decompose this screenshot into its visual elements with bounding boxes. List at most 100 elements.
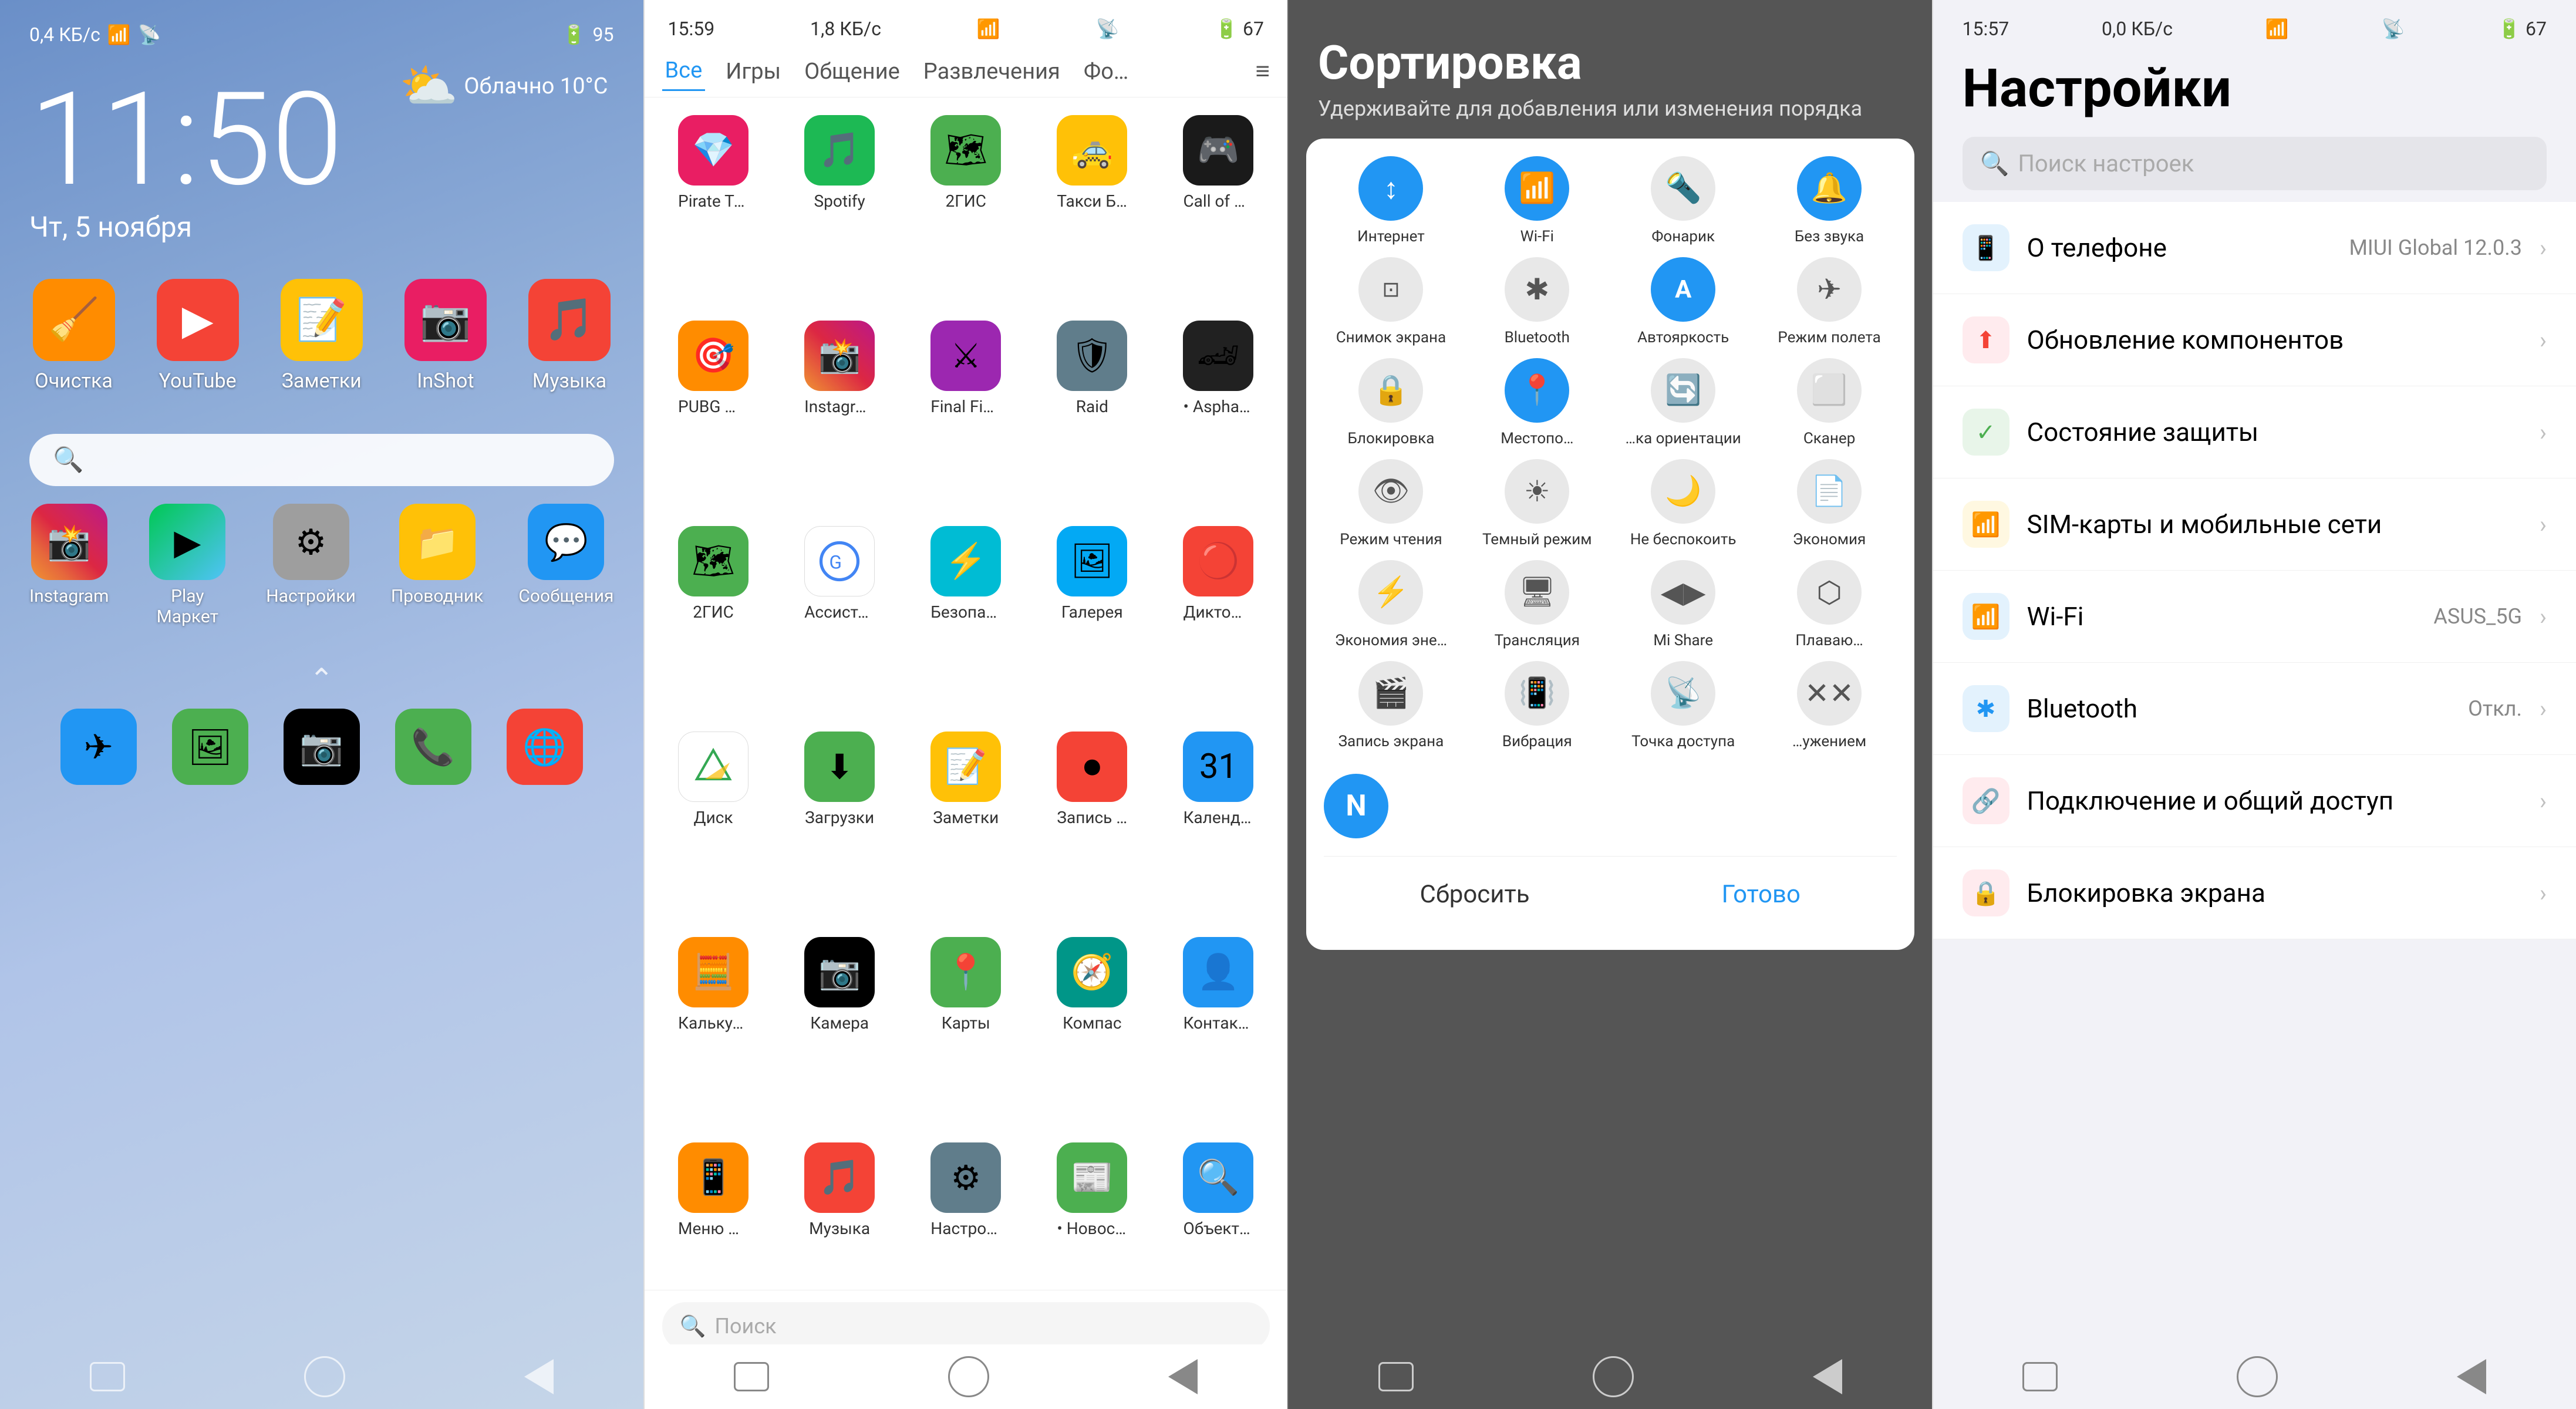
settings-item-connection[interactable]: 🔗 Подключение и общий доступ › xyxy=(1933,755,2576,847)
dock-settings[interactable]: ⚙ Настройки xyxy=(266,504,356,627)
app-pubg[interactable]: 🎯 xyxy=(678,321,748,391)
qs-btn-rotate[interactable]: 🔄 xyxy=(1651,358,1715,423)
qs-flashlight[interactable]: 🔦 Фонарик xyxy=(1616,156,1751,245)
dock-files[interactable]: 📁 Проводник xyxy=(391,504,484,627)
qs-reset-btn[interactable]: Сбросить xyxy=(1373,868,1577,921)
tab-social[interactable]: Общение xyxy=(801,53,903,90)
qs-vibration[interactable]: 📳 Вибрация xyxy=(1470,661,1604,750)
app-inshot[interactable]: 📷 InShot xyxy=(401,279,490,393)
app-settings2[interactable]: ⚙ xyxy=(930,1142,1001,1213)
app-2gis[interactable]: 🗺 xyxy=(930,115,1001,186)
app-gallery[interactable]: 🖼 xyxy=(1057,526,1127,596)
list-item[interactable]: 📍 Карты xyxy=(909,937,1023,1131)
app-music[interactable]: 🎵 Музыка xyxy=(525,279,613,393)
qs-btn-float[interactable]: ⬡ xyxy=(1797,560,1862,625)
settings-item-lockscreen[interactable]: 🔒 Блокировка экрана › xyxy=(1933,847,2576,939)
qs-btn-economy[interactable]: 📄 xyxy=(1797,459,1862,524)
app-screenrec[interactable]: ⏺ xyxy=(1057,732,1127,802)
list-item[interactable]: 🎵 Spotify xyxy=(783,115,897,309)
app-cleaning[interactable]: 🧹 Очистка xyxy=(29,279,118,393)
qs-location[interactable]: 📍 Местопо… xyxy=(1470,358,1604,447)
dock-chrome[interactable]: 🌐 xyxy=(507,709,583,785)
list-item[interactable]: ⚔ Final Fight… xyxy=(909,321,1023,514)
qs-btn-autobright[interactable]: A xyxy=(1651,257,1715,322)
dock-play[interactable]: ▶ Play Маркет xyxy=(144,504,231,627)
qs-btn-hotspot[interactable]: 📡 xyxy=(1651,661,1715,726)
app-camera[interactable]: 📷 xyxy=(804,937,875,1007)
qs-dnd[interactable]: 🌙 Не беспокоить xyxy=(1616,459,1751,548)
nav-recent-4[interactable] xyxy=(2457,1359,2486,1394)
settings-item-update[interactable]: ⬆ Обновление компонентов › xyxy=(1933,294,2576,386)
nav-recent-2[interactable] xyxy=(1168,1359,1198,1394)
list-item[interactable]: 🚕 Такси Бонд xyxy=(1035,115,1149,309)
qs-bluetooth[interactable]: ✱ Bluetooth xyxy=(1470,257,1604,346)
qs-btn-mishare[interactable]: ◀▶ xyxy=(1651,560,1715,625)
qs-btn-scanner[interactable]: ⬜ xyxy=(1797,358,1862,423)
qs-btn-dnd[interactable]: 🌙 xyxy=(1651,459,1715,524)
qs-btn-mute[interactable]: 🔔 xyxy=(1797,156,1862,221)
app-lens[interactable]: 🔍 xyxy=(1183,1142,1253,1213)
qs-done-btn[interactable]: Готово xyxy=(1675,868,1847,921)
app-pirate[interactable]: 💎 xyxy=(678,115,748,186)
app-icon-music[interactable]: 🎵 xyxy=(528,279,611,361)
app-icon-inshot[interactable]: 📷 xyxy=(404,279,487,361)
list-item[interactable]: ⬇ Загрузки xyxy=(783,732,897,925)
qs-btn-location[interactable]: 📍 xyxy=(1505,358,1569,423)
tab-more[interactable]: Фо… xyxy=(1081,53,1131,90)
dock-icon-play[interactable]: ▶ xyxy=(149,504,225,580)
list-item[interactable]: 👤 Контакты xyxy=(1161,937,1276,1131)
app-icon-notes[interactable]: 📝 xyxy=(281,279,363,361)
qs-mishare[interactable]: ◀▶ Mi Share xyxy=(1616,560,1751,649)
app-calc[interactable]: 🧮 xyxy=(678,937,748,1007)
qs-internet[interactable]: ↕ Интернет xyxy=(1324,156,1458,245)
list-item[interactable]: 📸 Instagram xyxy=(783,321,897,514)
list-item[interactable]: 📝 Заметки xyxy=(909,732,1023,925)
settings-item-about[interactable]: 📱 О телефоне MIUI Global 12.0.3 › xyxy=(1933,202,2576,294)
app-memos[interactable]: 📝 xyxy=(930,732,1001,802)
app-taxi[interactable]: 🚕 xyxy=(1057,115,1127,186)
dock-icon-camera[interactable]: 📷 xyxy=(284,709,360,785)
list-item[interactable]: 🛡 Raid xyxy=(1035,321,1149,514)
qs-btn-bluetooth[interactable]: ✱ xyxy=(1505,257,1569,322)
drawer-search-input[interactable]: 🔍 Поиск xyxy=(662,1302,1270,1350)
qs-btn-battery-save[interactable]: ⚡ xyxy=(1358,560,1423,625)
list-item[interactable]: 🎯 PUBG MO… xyxy=(656,321,771,514)
qs-btn-flashlight[interactable]: 🔦 xyxy=(1651,156,1715,221)
qs-btn-cast[interactable]: 🖥 xyxy=(1505,560,1569,625)
list-item[interactable]: 🔴 Диктофон xyxy=(1161,526,1276,720)
app-icon-youtube[interactable]: ▶ xyxy=(157,279,239,361)
dock-icon-phone[interactable]: 📞 xyxy=(395,709,471,785)
nav-back-4[interactable] xyxy=(2022,1362,2058,1391)
app-contacts[interactable]: 👤 xyxy=(1183,937,1253,1007)
qs-lock[interactable]: 🔒 Блокировка xyxy=(1324,358,1458,447)
app-simMenu[interactable]: 📱 xyxy=(678,1142,748,1213)
qs-btn-screenrec[interactable]: 🎬 xyxy=(1358,661,1423,726)
dock-messages[interactable]: 💬 Сообщения xyxy=(518,504,613,627)
dock-phone[interactable]: 📞 xyxy=(395,709,471,785)
dock-icon-messages[interactable]: 💬 xyxy=(528,504,604,580)
app-calendar[interactable]: 31 xyxy=(1183,732,1253,802)
dock-telegram[interactable]: ✈ xyxy=(60,709,137,785)
qs-btn-vibration[interactable]: 📳 xyxy=(1505,661,1569,726)
dock-icon-chrome[interactable]: 🌐 xyxy=(507,709,583,785)
qs-float[interactable]: ⬡ Плаваю… xyxy=(1762,560,1897,649)
list-item[interactable]: 🏎 • Asphalt… xyxy=(1161,321,1276,514)
drawer-menu-icon[interactable]: ≡ xyxy=(1255,57,1270,86)
qs-economy[interactable]: 📄 Экономия xyxy=(1762,459,1897,548)
app-notes[interactable]: 📝 Заметки xyxy=(277,279,366,393)
nav-back-2[interactable] xyxy=(734,1362,769,1391)
qs-btn-wifi[interactable]: 📶 xyxy=(1505,156,1569,221)
qs-autobright[interactable]: A Автояркость xyxy=(1616,257,1751,346)
list-item[interactable]: 🗺 2ГИС xyxy=(909,115,1023,309)
nav-recent-1[interactable] xyxy=(524,1359,554,1394)
dock-icon-gallery[interactable]: 🖼 xyxy=(172,709,248,785)
app-youtube[interactable]: ▶ YouTube xyxy=(153,279,242,393)
list-item[interactable]: 📷 Камера xyxy=(783,937,897,1131)
app-2gis2[interactable]: 🗺 xyxy=(678,526,748,596)
qs-mute[interactable]: 🔔 Без звука xyxy=(1762,156,1897,245)
app-news[interactable]: 📰 xyxy=(1057,1142,1127,1213)
nav-recent-3[interactable] xyxy=(1813,1359,1842,1394)
qs-btn-extra[interactable]: ✕✕ xyxy=(1797,661,1862,726)
list-item[interactable]: ⏺ Запись экр. xyxy=(1035,732,1149,925)
dock-icon-settings[interactable]: ⚙ xyxy=(273,504,349,580)
